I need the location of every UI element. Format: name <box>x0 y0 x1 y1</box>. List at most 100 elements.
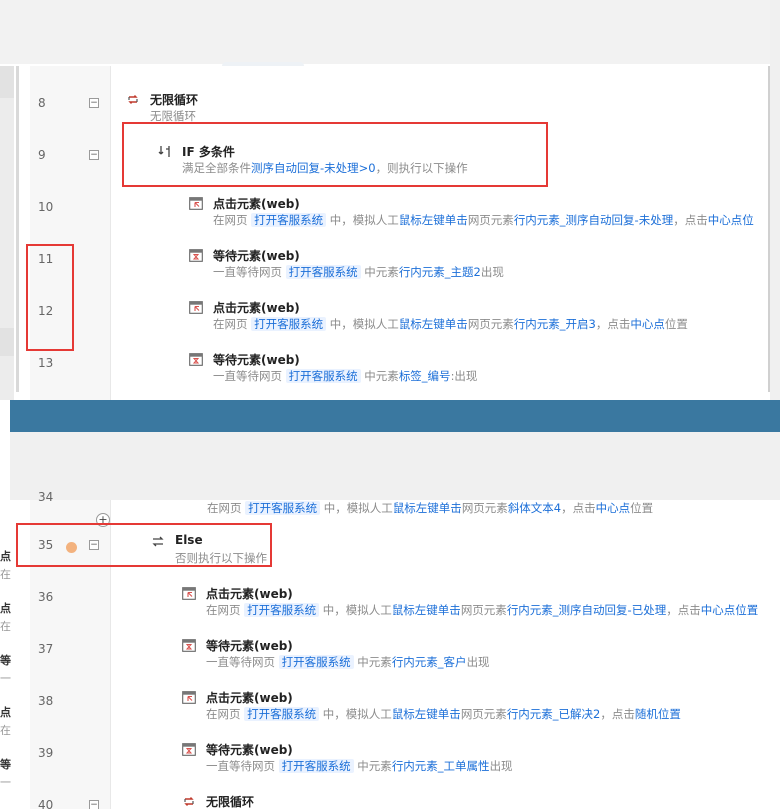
description-text: 中元素 <box>360 369 399 383</box>
highlighted-parameter: 随机位置 <box>634 707 681 721</box>
description-text: :出现 <box>450 369 478 383</box>
highlighted-parameter: 行内元素_工单属性 <box>391 759 490 773</box>
highlighted-parameter: 鼠标左键单击 <box>391 707 461 721</box>
collapse-toggle[interactable]: − <box>89 800 99 809</box>
line-number: 9 <box>38 148 46 162</box>
webpage-tag[interactable]: 打开客服系统 <box>278 655 354 669</box>
flow-step-row[interactable]: 13 等待元素(web) 一直等待网页 打开客服系统 中元素标签_编号:出现 <box>0 344 780 396</box>
command-title: 点击元素(web) <box>206 587 293 601</box>
description-text: ，点击 <box>673 213 708 227</box>
description-text: 在网页 <box>206 707 245 721</box>
line-number: 39 <box>38 746 54 760</box>
flow-step-row[interactable]: 11 等待元素(web) 一直等待网页 打开客服系统 中元素行内元素_主题2出现 <box>0 240 780 292</box>
highlighted-parameter: 鼠标左键单击 <box>391 603 461 617</box>
highlighted-parameter: 鼠标左键单击 <box>398 317 468 331</box>
command-title: 无限循环 <box>206 795 255 809</box>
webpage-tag[interactable]: 打开客服系统 <box>278 759 354 773</box>
description-text: 位置 <box>664 317 688 331</box>
webpage-tag[interactable]: 打开客服系统 <box>244 603 320 617</box>
description-text: 一直等待网页 <box>206 655 279 669</box>
webpage-tag[interactable]: 打开客服系统 <box>251 213 327 227</box>
webpage-tag[interactable]: 打开客服系统 <box>245 501 321 515</box>
description-text: 一直等待网页 <box>213 265 286 279</box>
flow-step-row[interactable]: 39 等待元素(web) 一直等待网页 打开客服系统 中元素行内元素_工单属性出现 <box>0 734 780 786</box>
flow-step-row[interactable]: 38 点击元素(web) 在网页 打开客服系统 中，模拟人工鼠标左键单击网页元素行内… <box>0 682 780 734</box>
top-toolbar-area <box>0 0 780 64</box>
description-text: 无限循环 <box>150 109 196 123</box>
description-text: 网页元素 <box>467 213 514 227</box>
highlighted-parameter: 鼠标左键单击 <box>398 213 468 227</box>
wait-element-icon <box>182 743 196 756</box>
description-text: 中，模拟人工 <box>319 707 392 721</box>
highlighted-parameter: 中心点 <box>595 501 631 515</box>
command-title: 等待元素(web) <box>213 353 300 367</box>
collapse-toggle[interactable]: − <box>89 150 99 160</box>
description-text: 在网页 <box>206 603 245 617</box>
line-number: 10 <box>38 200 54 214</box>
highlighted-parameter: 中心点位 <box>707 213 754 227</box>
description-text: ，点击 <box>561 501 596 515</box>
line-number: 37 <box>38 642 54 656</box>
line-number: 36 <box>38 590 54 604</box>
command-title: 点击元素(web) <box>213 197 300 211</box>
partial-command-description: 在网页 打开客服系统 中，模拟人工鼠标左键单击网页元素斜体文本4，点击中心点位置 <box>207 500 653 516</box>
highlighted-parameter: 行内元素_测序自动回复-已处理 <box>506 603 667 617</box>
command-title: 等待元素(web) <box>206 639 293 653</box>
click-element-icon <box>189 197 203 210</box>
loop-icon <box>182 795 196 808</box>
line-number: 40 <box>38 798 54 809</box>
description-text: 网页元素 <box>460 707 507 721</box>
line-number: 13 <box>38 356 54 370</box>
loop-icon <box>126 93 140 106</box>
description-text: 中元素 <box>353 655 392 669</box>
command-title: 无限循环 <box>150 93 199 107</box>
flow-step-row[interactable]: 12 点击元素(web) 在网页 打开客服系统 中，模拟人工鼠标左键单击网页元素行内… <box>0 292 780 344</box>
highlighted-parameter: 中心点 <box>630 317 665 331</box>
flow-step-row[interactable]: 36 点击元素(web) 在网页 打开客服系统 中，模拟人工鼠标左键单击网页元素行内… <box>0 578 780 630</box>
highlighted-parameter: 行内元素_测序自动回复-未处理 <box>513 213 674 227</box>
command-title: 点击元素(web) <box>206 691 293 705</box>
command-title: 等待元素(web) <box>206 743 293 757</box>
wait-element-icon <box>189 353 203 366</box>
webpage-tag[interactable]: 打开客服系统 <box>251 317 327 331</box>
bottom-toolbar-area <box>10 432 780 500</box>
flow-step-row[interactable]: 10 点击元素(web) 在网页 打开客服系统 中，模拟人工鼠标左键单击网页元素行内… <box>0 188 780 240</box>
command-description: 在网页 打开客服系统 中，模拟人工鼠标左键单击网页元素行内元素_已解决2，点击随… <box>206 706 681 722</box>
highlighted-parameter: 行内元素_客户 <box>391 655 467 669</box>
description-text: 中元素 <box>353 759 392 773</box>
command-description: 在网页 打开客服系统 中，模拟人工鼠标左键单击网页元素行内元素_开启3，点击中心… <box>213 316 688 332</box>
highlighted-parameter: 标签_编号 <box>398 369 451 383</box>
command-description: 一直等待网页 打开客服系统 中元素行内元素_客户出现 <box>206 654 490 670</box>
description-text: ，点击 <box>600 707 635 721</box>
webpage-tag[interactable]: 打开客服系统 <box>244 707 320 721</box>
wait-element-icon <box>189 249 203 262</box>
command-title: 点击元素(web) <box>213 301 300 315</box>
highlight-box-if-condition <box>122 122 548 187</box>
command-description: 一直等待网页 打开客服系统 中元素行内元素_工单属性出现 <box>206 758 513 774</box>
highlight-box-else <box>16 523 272 567</box>
line-number: 34 <box>38 490 54 504</box>
command-description: 在网页 打开客服系统 中，模拟人工鼠标左键单击网页元素行内元素_测序自动回复-未… <box>213 212 754 228</box>
description-text: 中，模拟人工 <box>326 213 399 227</box>
line-number: 8 <box>38 96 46 110</box>
command-description: 一直等待网页 打开客服系统 中元素标签_编号:出现 <box>213 368 477 384</box>
flow-step-row[interactable]: 40 − 无限循环 <box>0 786 780 809</box>
flow-step-row[interactable]: 37 等待元素(web) 一直等待网页 打开客服系统 中元素行内元素_客户出现 <box>0 630 780 682</box>
description-text: 在网页 <box>213 213 252 227</box>
description-text: 出现 <box>466 655 490 669</box>
description-text: 位置 <box>630 501 654 515</box>
click-element-icon <box>189 301 203 314</box>
description-text: 中元素 <box>360 265 399 279</box>
window-title-bar <box>10 400 780 432</box>
description-text: 网页元素 <box>467 317 514 331</box>
webpage-tag[interactable]: 打开客服系统 <box>285 265 361 279</box>
description-text: ，点击 <box>666 603 701 617</box>
collapse-toggle[interactable]: − <box>89 98 99 108</box>
description-text: 出现 <box>480 265 504 279</box>
description-text: 中，模拟人工 <box>326 317 399 331</box>
webpage-tag[interactable]: 打开客服系统 <box>285 369 361 383</box>
highlighted-parameter: 行内元素_已解决2 <box>506 707 601 721</box>
description-text: 网页元素 <box>460 603 507 617</box>
click-element-icon <box>182 691 196 704</box>
line-number: 38 <box>38 694 54 708</box>
